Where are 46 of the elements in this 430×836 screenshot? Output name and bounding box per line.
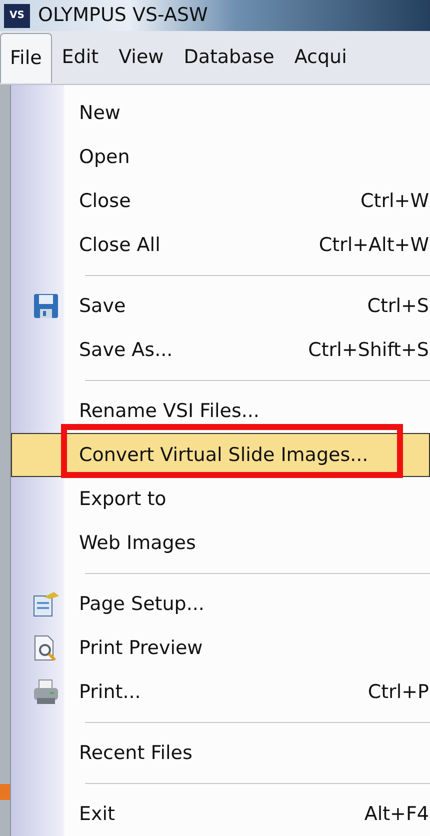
menu-bar-item[interactable]: Database: [174, 32, 284, 83]
shortcut-text: Ctrl+Alt+W: [318, 232, 429, 258]
menu-bar-item[interactable]: View: [108, 32, 174, 83]
menu-item-label: New: [79, 100, 120, 126]
menu-item[interactable]: Close Ctrl+W: [11, 179, 430, 223]
menu-item-label: Print...: [79, 680, 141, 705]
menu-item-label: Print Preview: [79, 636, 203, 661]
menu-item-label: Exit: [79, 802, 115, 827]
menu-item-label: Close All: [79, 232, 160, 258]
window-title: OLYMPUS VS-ASW: [38, 3, 208, 28]
menu-item[interactable]: Export to: [11, 477, 430, 521]
page-setup-icon: [32, 590, 60, 618]
shortcut-text: Ctrl+P: [368, 680, 429, 705]
menu-item-label: Recent Files: [79, 740, 192, 766]
menu-item[interactable]: Web Images: [11, 521, 430, 565]
menu-item[interactable]: Close All Ctrl+Alt+W: [11, 223, 430, 267]
menu-bar-item[interactable]: File: [0, 32, 52, 83]
menu-item[interactable]: Print Preview: [11, 626, 430, 670]
menu-item[interactable]: Recent Files: [11, 731, 430, 775]
shortcut-text: Alt+F4: [364, 802, 429, 827]
menu-item-label: Convert Virtual Slide Images...: [79, 442, 368, 468]
printer-icon: [32, 679, 60, 705]
menu-item-label: Open: [79, 144, 130, 170]
shortcut-text: Ctrl+W: [360, 188, 429, 214]
shortcut-text: Ctrl+Shift+S: [308, 338, 429, 363]
menu-item[interactable]: Save As... Ctrl+Shift+S: [11, 328, 430, 372]
menu-item[interactable]: Save Ctrl+S: [11, 284, 430, 328]
menu-item[interactable]: New: [11, 91, 430, 135]
window-edge: [0, 784, 10, 800]
menu-item-label: Save As...: [79, 338, 173, 363]
menu-bar-item[interactable]: Edit: [52, 32, 109, 83]
menu-item[interactable]: Page Setup...: [11, 582, 430, 626]
menu-item-label: Web Images: [79, 530, 196, 556]
shortcut-text: Ctrl+S: [367, 294, 429, 319]
menu-item[interactable]: Exit Alt+F4: [11, 792, 430, 836]
app-logo: VS: [4, 4, 30, 28]
menu-bar-item[interactable]: Acqui: [284, 32, 357, 83]
menu-item-label: Close: [79, 188, 131, 214]
menu-item-label: Rename VSI Files...: [79, 398, 260, 424]
print-preview-icon: [32, 634, 58, 662]
menu-item[interactable]: Print... Ctrl+P: [11, 670, 430, 714]
menu-item-label: Save: [79, 294, 126, 319]
menu-item-label: Page Setup...: [79, 592, 204, 617]
menu-item-label: Export to: [79, 486, 166, 512]
menu-item[interactable]: Rename VSI Files...: [11, 389, 430, 433]
menu-item[interactable]: Open: [11, 135, 430, 179]
